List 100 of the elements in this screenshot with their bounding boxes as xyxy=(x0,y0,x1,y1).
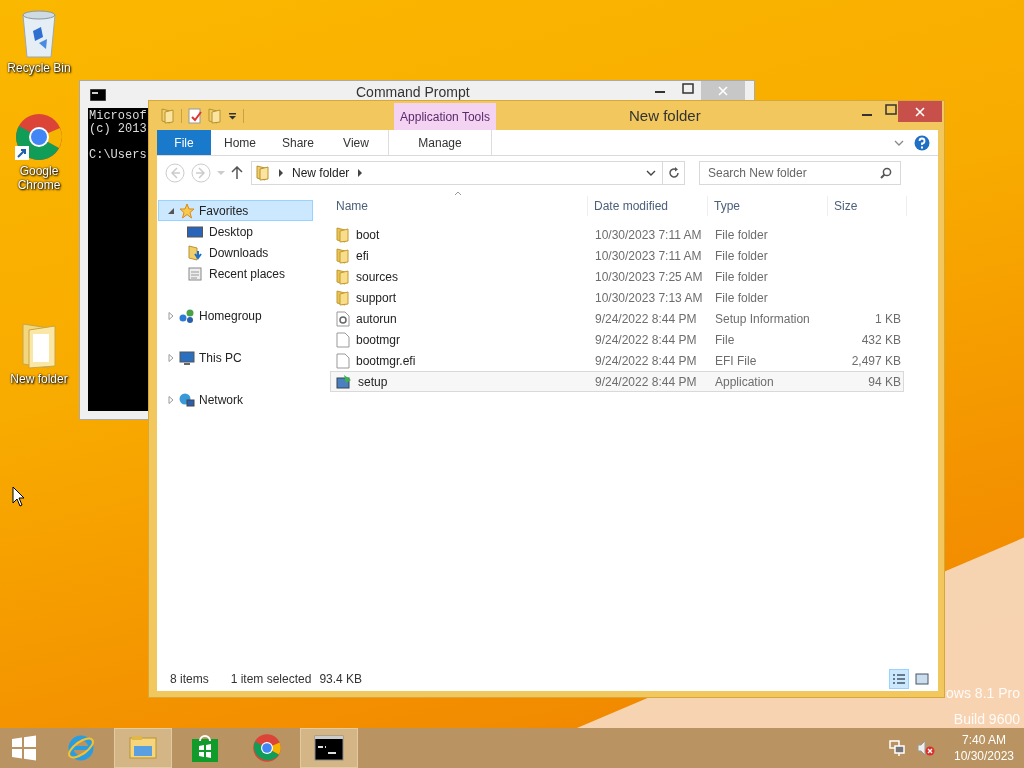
nav-item[interactable]: Network xyxy=(158,389,313,410)
table-cell-text: Application xyxy=(714,374,775,389)
setup-icon xyxy=(336,373,352,390)
file-row[interactable]: support 10/30/2023 7:13 AM File folder xyxy=(330,287,904,308)
clock-date: 10/30/2023 xyxy=(953,748,1015,764)
recycle-bin-icon[interactable] xyxy=(19,9,59,59)
file-name: sources xyxy=(356,269,399,284)
maximize-icon[interactable] xyxy=(885,104,897,116)
nav-item[interactable]: Homegroup xyxy=(158,305,313,326)
expand-ribbon-icon[interactable] xyxy=(894,138,904,147)
refresh-icon xyxy=(667,167,680,179)
help-icon[interactable] xyxy=(914,134,930,151)
table-cell-text: EFI File xyxy=(714,353,758,368)
console-icon xyxy=(90,89,106,101)
file-row[interactable]: bootmgr 9/24/2022 8:44 PM File 432 KB xyxy=(330,329,904,350)
column-header[interactable]: Name xyxy=(330,196,588,216)
table-cell: 1 KB xyxy=(875,311,901,326)
nav-item[interactable]: Favorites xyxy=(158,200,313,221)
new-folder-icon[interactable] xyxy=(208,107,222,124)
network-icon[interactable] xyxy=(888,739,906,757)
store-icon xyxy=(191,733,219,763)
file-name: autorun xyxy=(356,311,397,326)
large-icons-view-icon xyxy=(915,673,929,685)
file-icon xyxy=(336,352,350,369)
file-row[interactable]: autorun 9/24/2022 8:44 PM Setup Information 1 KB xyxy=(330,308,904,329)
contextual-tab[interactable]: Manage xyxy=(388,130,492,155)
ribbon-tab[interactable]: View xyxy=(327,130,385,155)
folder-icon xyxy=(336,289,350,306)
speaker-icon[interactable] xyxy=(916,739,936,757)
file-name: boot xyxy=(356,227,380,242)
up-arrow-icon[interactable] xyxy=(231,166,243,180)
status-text: 8 items xyxy=(170,672,209,686)
maximize-icon[interactable] xyxy=(682,83,694,95)
table-cell-text: File folder xyxy=(714,248,769,263)
table-cell-text: 9/24/2022 8:44 PM xyxy=(594,311,698,326)
settings-file-icon xyxy=(336,310,350,327)
file-row[interactable]: efi 10/30/2023 7:11 AM File folder xyxy=(330,245,904,266)
contextual-group-label: Application Tools xyxy=(400,109,490,124)
file-name: bootmgr.efi xyxy=(356,353,416,368)
file-row[interactable]: sources 10/30/2023 7:25 AM File folder xyxy=(330,266,904,287)
address-bar[interactable]: New folder xyxy=(251,161,663,185)
homegroup-icon xyxy=(179,307,195,324)
column-header[interactable]: Size xyxy=(828,196,907,216)
table-cell-text: File folder xyxy=(714,290,769,305)
network-icon xyxy=(179,391,195,408)
file-name: bootmgr xyxy=(356,332,401,347)
collapsed-triangle-icon[interactable] xyxy=(167,395,175,404)
folder-icon xyxy=(336,226,350,243)
chrome-icon xyxy=(252,733,282,763)
file-tab[interactable]: File xyxy=(157,130,211,155)
folder-icon xyxy=(128,734,158,762)
file-name: support xyxy=(356,290,397,305)
nav-item[interactable]: Desktop xyxy=(158,221,313,242)
folder-icon[interactable] xyxy=(19,320,59,370)
file-row[interactable]: boot 10/30/2023 7:11 AM File folder xyxy=(330,224,904,245)
folder-icon xyxy=(256,165,270,181)
details-view-button[interactable] xyxy=(889,669,909,689)
status-text: 1 item selected xyxy=(230,672,312,686)
console-line: Microsof xyxy=(89,110,147,123)
taskbar-button[interactable] xyxy=(300,728,358,768)
table-cell-text: File xyxy=(714,332,736,347)
table-cell-text: Setup Information xyxy=(714,311,811,326)
column-header[interactable]: Type xyxy=(708,196,828,216)
customize-dropdown-icon[interactable] xyxy=(228,111,237,120)
nav-item[interactable]: This PC xyxy=(158,347,313,368)
table-cell-text: 10/30/2023 7:11 AM xyxy=(594,227,703,242)
table-cell: 94 KB xyxy=(868,374,901,389)
table-cell-text: 9/24/2022 8:44 PM xyxy=(594,374,698,389)
ribbon-tab[interactable]: Home xyxy=(211,130,269,155)
collapsed-triangle-icon[interactable] xyxy=(167,353,175,362)
breadcrumb[interactable]: New folder xyxy=(292,166,350,180)
browser-icon xyxy=(66,733,96,763)
chevron-icon xyxy=(357,169,364,177)
chrome-icon[interactable] xyxy=(14,112,64,162)
refresh-button[interactable] xyxy=(663,161,685,185)
expanded-triangle-icon[interactable] xyxy=(167,206,175,215)
file-row[interactable]: setup 9/24/2022 8:44 PM Application 94 KB xyxy=(330,371,904,392)
window-title: New folder xyxy=(629,107,701,124)
search-field[interactable]: Search New folder xyxy=(699,161,901,185)
table-cell-text: 10/30/2023 7:11 AM xyxy=(594,248,703,263)
folder-icon[interactable] xyxy=(161,107,175,124)
column-header[interactable]: Date modified xyxy=(588,196,708,216)
ribbon-tab[interactable]: Share xyxy=(269,130,327,155)
cursor-icon xyxy=(12,486,26,508)
collapsed-triangle-icon[interactable] xyxy=(167,311,175,320)
table-cell-text: 9/24/2022 8:44 PM xyxy=(594,353,698,368)
clock-time: 7:40 AM xyxy=(962,732,1006,748)
file-row[interactable]: bootmgr.efi 9/24/2022 8:44 PM EFI File 2,497 KB xyxy=(330,350,904,371)
close-icon xyxy=(718,85,728,96)
recent-places-icon xyxy=(187,265,203,282)
nav-item[interactable]: Downloads xyxy=(158,242,313,263)
table-cell-text: 10/30/2023 7:25 AM xyxy=(594,269,704,284)
table-cell: 2,497 KB xyxy=(851,353,901,368)
chevron-icon xyxy=(278,169,284,177)
properties-icon[interactable] xyxy=(188,107,202,124)
star-icon xyxy=(179,202,195,219)
dropdown-icon[interactable] xyxy=(646,169,656,177)
console-line: (c) 2013 xyxy=(89,123,147,136)
table-cell-text: 9/24/2022 8:44 PM xyxy=(594,332,698,347)
nav-item[interactable]: Recent places xyxy=(158,263,313,284)
